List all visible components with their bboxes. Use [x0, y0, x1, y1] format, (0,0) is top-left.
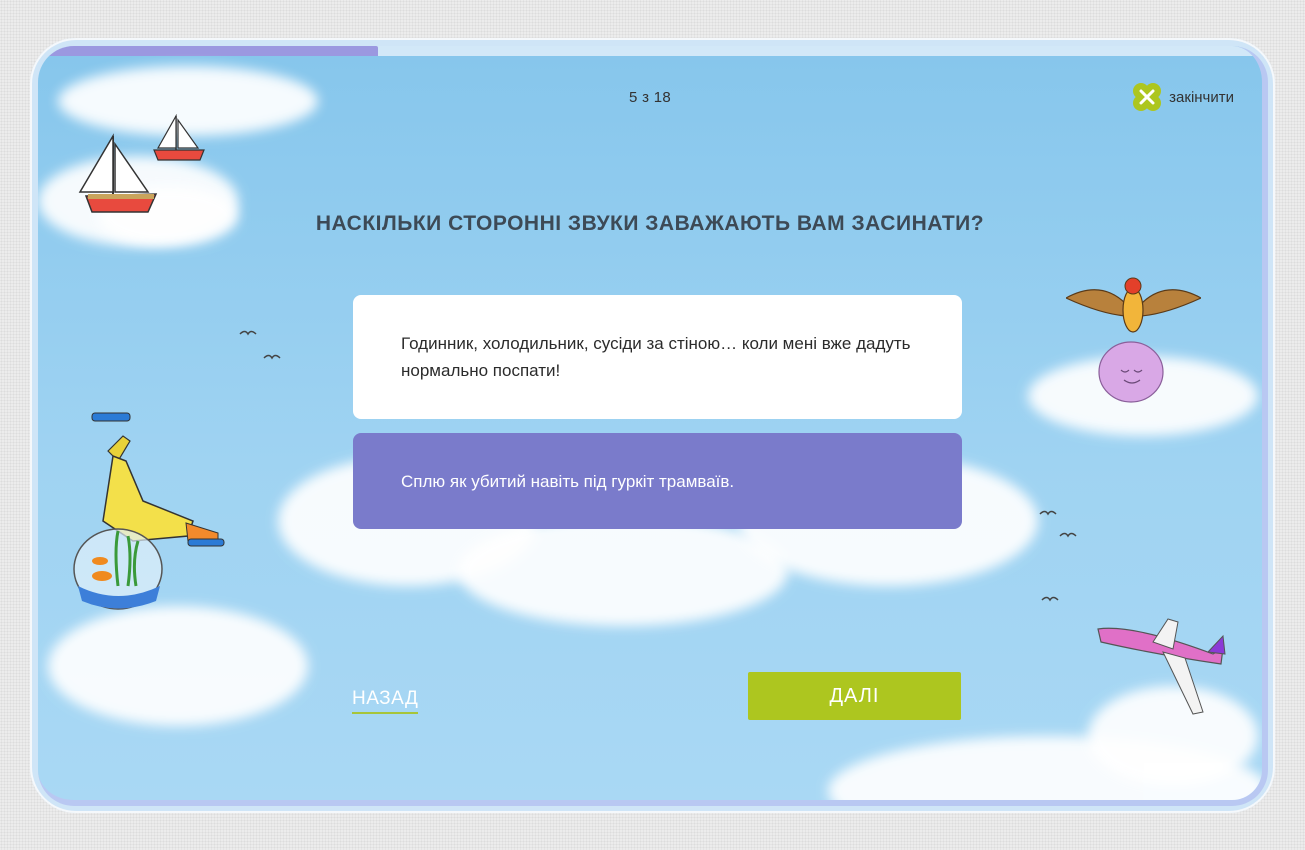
back-button[interactable]: НАЗАД: [352, 688, 419, 714]
sailboats-illustration: [78, 114, 205, 213]
progress-fill: [38, 46, 379, 56]
finish-button[interactable]: закінчити: [1132, 82, 1234, 112]
finish-label: закінчити: [1169, 88, 1234, 106]
birds-flock-icon: [1039, 510, 1077, 602]
answer-option-text: Сплю як убитий навіть під гуркіт трамваї…: [401, 471, 735, 491]
birds-flock-icon: [239, 330, 281, 360]
close-cross-icon: [1133, 83, 1162, 111]
question-title: НАСКІЛЬКИ СТОРОННІ ЗВУКИ ЗАВАЖАЮТЬ ВАМ З…: [315, 212, 985, 235]
answer-option-2-selected[interactable]: Сплю як убитий навіть під гуркіт трамваї…: [353, 433, 962, 529]
question-counter: 5 з 18: [628, 89, 672, 106]
sailboat-icon: [78, 133, 158, 213]
progress-track: [38, 46, 1262, 56]
legs-in-fishbowl-illustration: [73, 412, 225, 610]
quiz-screen: 5 з 18 закінчити НАСКІЛЬКИ СТОРОННІ ЗВУК…: [38, 46, 1268, 806]
sailboat-icon: [153, 114, 205, 161]
next-button[interactable]: ДАЛІ: [748, 672, 961, 720]
airplane-illustration: [1097, 618, 1226, 715]
answer-option-1[interactable]: Годинник, холодильник, сусіди за стіною……: [353, 295, 962, 419]
bird-on-rock-illustration: [1066, 277, 1201, 403]
answer-option-text: Годинник, холодильник, сусіди за стіною……: [401, 334, 911, 380]
